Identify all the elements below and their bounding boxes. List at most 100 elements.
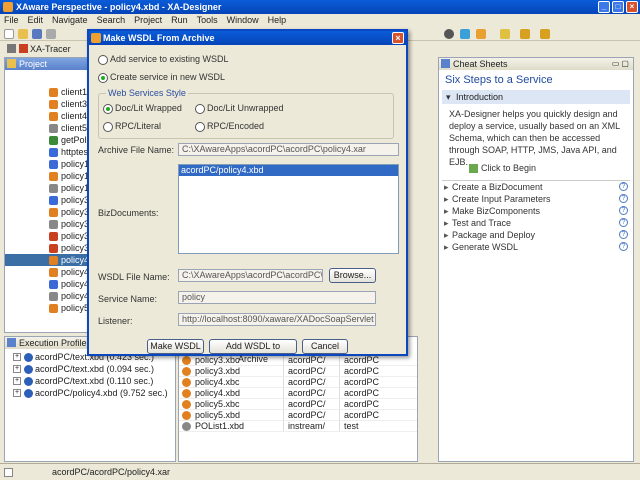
table-row[interactable]: policy4.xbc acordPC/acordPC bbox=[179, 377, 417, 388]
list-item[interactable]: policy3. bbox=[5, 218, 92, 230]
radio-doc-lit-unwrapped[interactable]: Doc/Lit Unwrapped bbox=[195, 102, 284, 114]
radio-add-service[interactable]: Add service to existing WSDL bbox=[98, 53, 229, 65]
archive-file-label: Archive File Name: bbox=[98, 145, 175, 155]
table-cell: policy3.xbd bbox=[195, 366, 241, 376]
debug-icon[interactable] bbox=[476, 29, 486, 39]
list-item[interactable]: policy4. bbox=[5, 278, 92, 290]
minimize-icon[interactable]: _ bbox=[598, 1, 610, 13]
help-icon[interactable]: ? bbox=[619, 206, 628, 215]
menu-run[interactable]: Run bbox=[171, 14, 188, 27]
table-row[interactable]: policy3.xbd acordPC/acordPC bbox=[179, 366, 417, 377]
tab-xa-tracer[interactable]: XA-Tracer bbox=[16, 43, 71, 55]
table-cell: policy4.xbd bbox=[195, 388, 241, 398]
list-item[interactable]: policy1. bbox=[5, 170, 92, 182]
radio-doc-lit-wrapped[interactable]: Doc/Lit Wrapped bbox=[103, 102, 182, 114]
list-item[interactable]: policy4. bbox=[5, 266, 92, 278]
list-item[interactable]: policy4 bbox=[5, 254, 89, 266]
list-item[interactable]: + acordPC/policy4.xbd (9.752 sec.) bbox=[5, 387, 175, 399]
new-icon[interactable] bbox=[4, 29, 14, 39]
expand-icon[interactable]: + bbox=[13, 377, 21, 385]
list-item[interactable]: policy3. bbox=[5, 194, 92, 206]
radio-create-service[interactable]: Create service in new WSDL bbox=[98, 71, 225, 83]
menu-tools[interactable]: Tools bbox=[197, 14, 218, 27]
menu-file[interactable]: File bbox=[4, 14, 19, 27]
save-icon[interactable] bbox=[32, 29, 42, 39]
dialog-close-icon[interactable]: × bbox=[392, 32, 404, 44]
list-item[interactable]: acordPC/policy4.xbd bbox=[179, 165, 398, 176]
wsdl-file-label: WSDL File Name: bbox=[98, 272, 170, 282]
archive-file-field[interactable]: C:\XAwareApps\acordPC\acordPC\policy4.xa… bbox=[178, 143, 399, 156]
help-icon[interactable]: ? bbox=[619, 182, 628, 191]
step-make-bizcomponents[interactable]: Make BizComponents? bbox=[442, 205, 630, 217]
open-icon[interactable] bbox=[18, 29, 28, 39]
help-icon[interactable]: ? bbox=[619, 194, 628, 203]
back-icon[interactable] bbox=[520, 29, 530, 39]
tool-icon[interactable] bbox=[460, 29, 470, 39]
list-item[interactable]: policy3. bbox=[5, 206, 92, 218]
help-icon[interactable]: ? bbox=[619, 230, 628, 239]
cancel-button[interactable]: Cancel bbox=[302, 339, 348, 354]
menu-help[interactable]: Help bbox=[268, 14, 287, 27]
menu-navigate[interactable]: Navigate bbox=[52, 14, 88, 27]
list-item[interactable]: policy3 bbox=[5, 230, 89, 242]
list-item[interactable]: getPolic bbox=[5, 134, 93, 146]
file-icon bbox=[182, 356, 191, 365]
wsdl-file-field[interactable]: C:\XAwareApps\acordPC\acordPC\p bbox=[178, 269, 323, 282]
help-icon[interactable]: ? bbox=[619, 242, 628, 251]
forward-icon[interactable] bbox=[540, 29, 550, 39]
step-package-and-deploy[interactable]: Package and Deploy? bbox=[442, 229, 630, 241]
step-create-input-parameters[interactable]: Create Input Parameters? bbox=[442, 193, 630, 205]
make-wsdl-button[interactable]: Make WSDL bbox=[147, 339, 204, 354]
maximize-icon[interactable]: □ bbox=[612, 1, 624, 13]
list-item[interactable]: client5.x bbox=[5, 122, 94, 134]
table-row[interactable]: policy5.xbd acordPC/acordPC bbox=[179, 410, 417, 421]
list-item[interactable]: policy3 bbox=[5, 242, 89, 254]
list-item[interactable]: policy5 bbox=[5, 302, 89, 314]
close-icon[interactable]: × bbox=[626, 1, 638, 13]
step-generate-wsdl[interactable]: Generate WSDL? bbox=[442, 241, 630, 253]
menu-search[interactable]: Search bbox=[97, 14, 126, 27]
listener-field[interactable]: http://localhost:8090/xaware/XADocSoapSe… bbox=[178, 313, 376, 326]
list-item[interactable]: client3.x bbox=[5, 98, 94, 110]
globe-icon[interactable] bbox=[444, 29, 454, 39]
expand-icon[interactable]: + bbox=[13, 353, 21, 361]
add-wsdl-to-archive-button[interactable]: Add WSDL to Archive bbox=[209, 339, 297, 364]
step-create-bizdocument[interactable]: Create a BizDocument? bbox=[442, 181, 630, 193]
menu-window[interactable]: Window bbox=[227, 14, 259, 27]
cheat-sheets-header[interactable]: Cheat Sheets ▭▢ bbox=[439, 58, 633, 70]
list-item[interactable]: policy1. bbox=[5, 182, 92, 194]
expand-icon[interactable]: + bbox=[13, 365, 21, 373]
introduction-section-header[interactable]: Introduction bbox=[442, 90, 630, 104]
print-icon[interactable] bbox=[46, 29, 56, 39]
table-row[interactable]: policy4.xbd acordPC/acordPC bbox=[179, 388, 417, 399]
file-icon bbox=[49, 268, 58, 277]
cheat-sheets-panel: Cheat Sheets ▭▢ Six Steps to a Service I… bbox=[438, 57, 634, 462]
radio-rpc-encoded[interactable]: RPC/Encoded bbox=[195, 120, 264, 132]
list-item[interactable]: httptest bbox=[5, 146, 91, 158]
step-test-and-trace[interactable]: Test and Trace? bbox=[442, 217, 630, 229]
panel-min-max-icon[interactable]: ▭▢ bbox=[612, 58, 631, 70]
radio-rpc-literal[interactable]: RPC/Literal bbox=[103, 120, 161, 132]
click-to-begin-link[interactable]: Click to Begin bbox=[469, 163, 536, 173]
list-item[interactable]: + acordPC/text.xbd (0.094 sec.) bbox=[5, 363, 175, 375]
list-item-label: acordPC/policy4.xbd (9.752 sec.) bbox=[35, 388, 168, 398]
service-name-field[interactable]: policy bbox=[178, 291, 376, 304]
menu-edit[interactable]: Edit bbox=[28, 14, 44, 27]
profile-icon bbox=[7, 338, 16, 347]
bizdocuments-listbox[interactable]: acordPC/policy4.xbd bbox=[178, 164, 399, 254]
expand-icon[interactable]: + bbox=[13, 389, 21, 397]
list-item[interactable]: client4.x bbox=[5, 110, 94, 122]
list-item[interactable]: client1.x bbox=[5, 86, 94, 98]
list-item[interactable]: policy4 bbox=[5, 290, 89, 302]
browse-button[interactable]: Browse... bbox=[329, 268, 376, 283]
table-row[interactable]: policy3.xbc acordPC/acordPC bbox=[179, 355, 417, 366]
list-item[interactable]: + acordPC/text.xbd (0.110 sec.) bbox=[5, 375, 175, 387]
table-row[interactable]: POList1.xbd instream/test bbox=[179, 421, 417, 432]
search-icon[interactable] bbox=[500, 29, 510, 39]
help-icon[interactable]: ? bbox=[619, 218, 628, 227]
menu-project[interactable]: Project bbox=[134, 14, 162, 27]
table-row[interactable]: policy5.xbc acordPC/acordPC bbox=[179, 399, 417, 410]
list-item[interactable]: policy1. bbox=[5, 158, 92, 170]
table-cell: acordPC bbox=[339, 399, 399, 409]
project-navigator-header[interactable]: Project Navigator bbox=[5, 58, 87, 81]
